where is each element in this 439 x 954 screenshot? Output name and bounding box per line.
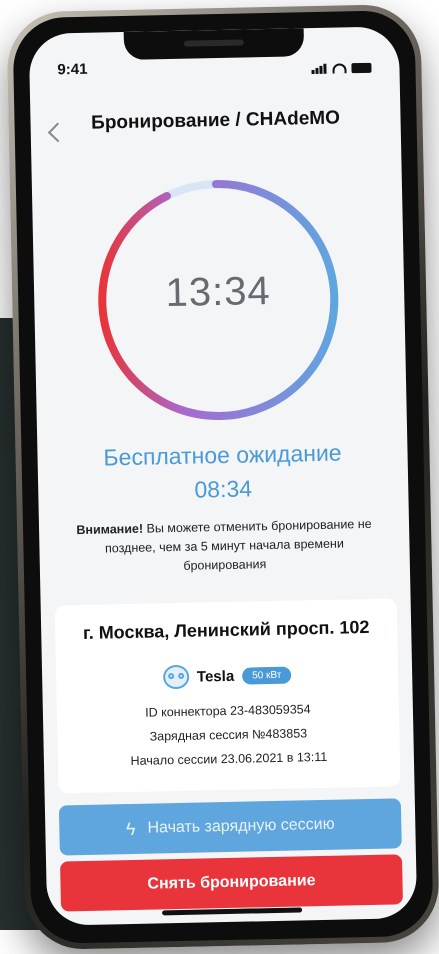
status-time: 9:41 [57, 60, 88, 79]
speaker [183, 39, 244, 47]
station-card: г. Москва, Ленинский просп. 102 Tesla 50… [54, 598, 401, 794]
connector-id: ID коннектора 23-483059354 [145, 702, 311, 720]
notice-bold: Внимание! [76, 521, 144, 538]
car-name: Tesla [196, 667, 235, 686]
timer-value: 13:34 [165, 268, 272, 316]
phone-frame: 9:41 Бронирование / CHAdeMO 13:34 Беспла… [6, 3, 439, 951]
car-row: Tesla 50 кВт [56, 660, 398, 691]
page-title: Бронирование / CHAdeMO [90, 107, 341, 134]
cancel-booking-button[interactable]: Снять бронирование [60, 854, 403, 912]
battery-icon [351, 62, 372, 74]
power-badge: 50 кВт [242, 666, 292, 685]
status-icons [311, 55, 372, 75]
phone-bezel: 9:41 Бронирование / CHAdeMO 13:34 Беспла… [12, 9, 434, 945]
free-waiting-time: 08:34 [194, 475, 253, 503]
phone-notch [123, 28, 305, 60]
start-charging-label: Начать зарядную сессию [147, 815, 335, 837]
lightning-icon: ϟ [125, 818, 136, 839]
session-number: Зарядная сессия №483853 [149, 726, 308, 744]
wifi-icon [332, 63, 347, 74]
signal-icon [311, 56, 327, 75]
app-screen: 9:41 Бронирование / CHAdeMO 13:34 Беспла… [28, 26, 418, 926]
notice-text: Вы можете отменить бронирование не поздн… [104, 516, 372, 573]
free-waiting-label: Бесплатное ожидание [103, 439, 342, 471]
cancel-notice: Внимание! Вы можете отменить бронировани… [73, 515, 376, 578]
cancel-booking-label: Снять бронирование [147, 872, 316, 893]
start-charging-button[interactable]: ϟ Начать зарядную сессию [58, 798, 402, 856]
session-start: Начало сессии 23.06.2021 в 13:11 [130, 749, 328, 768]
station-address: г. Москва, Ленинский просп. 102 [82, 616, 370, 643]
car-avatar-icon [162, 664, 190, 690]
